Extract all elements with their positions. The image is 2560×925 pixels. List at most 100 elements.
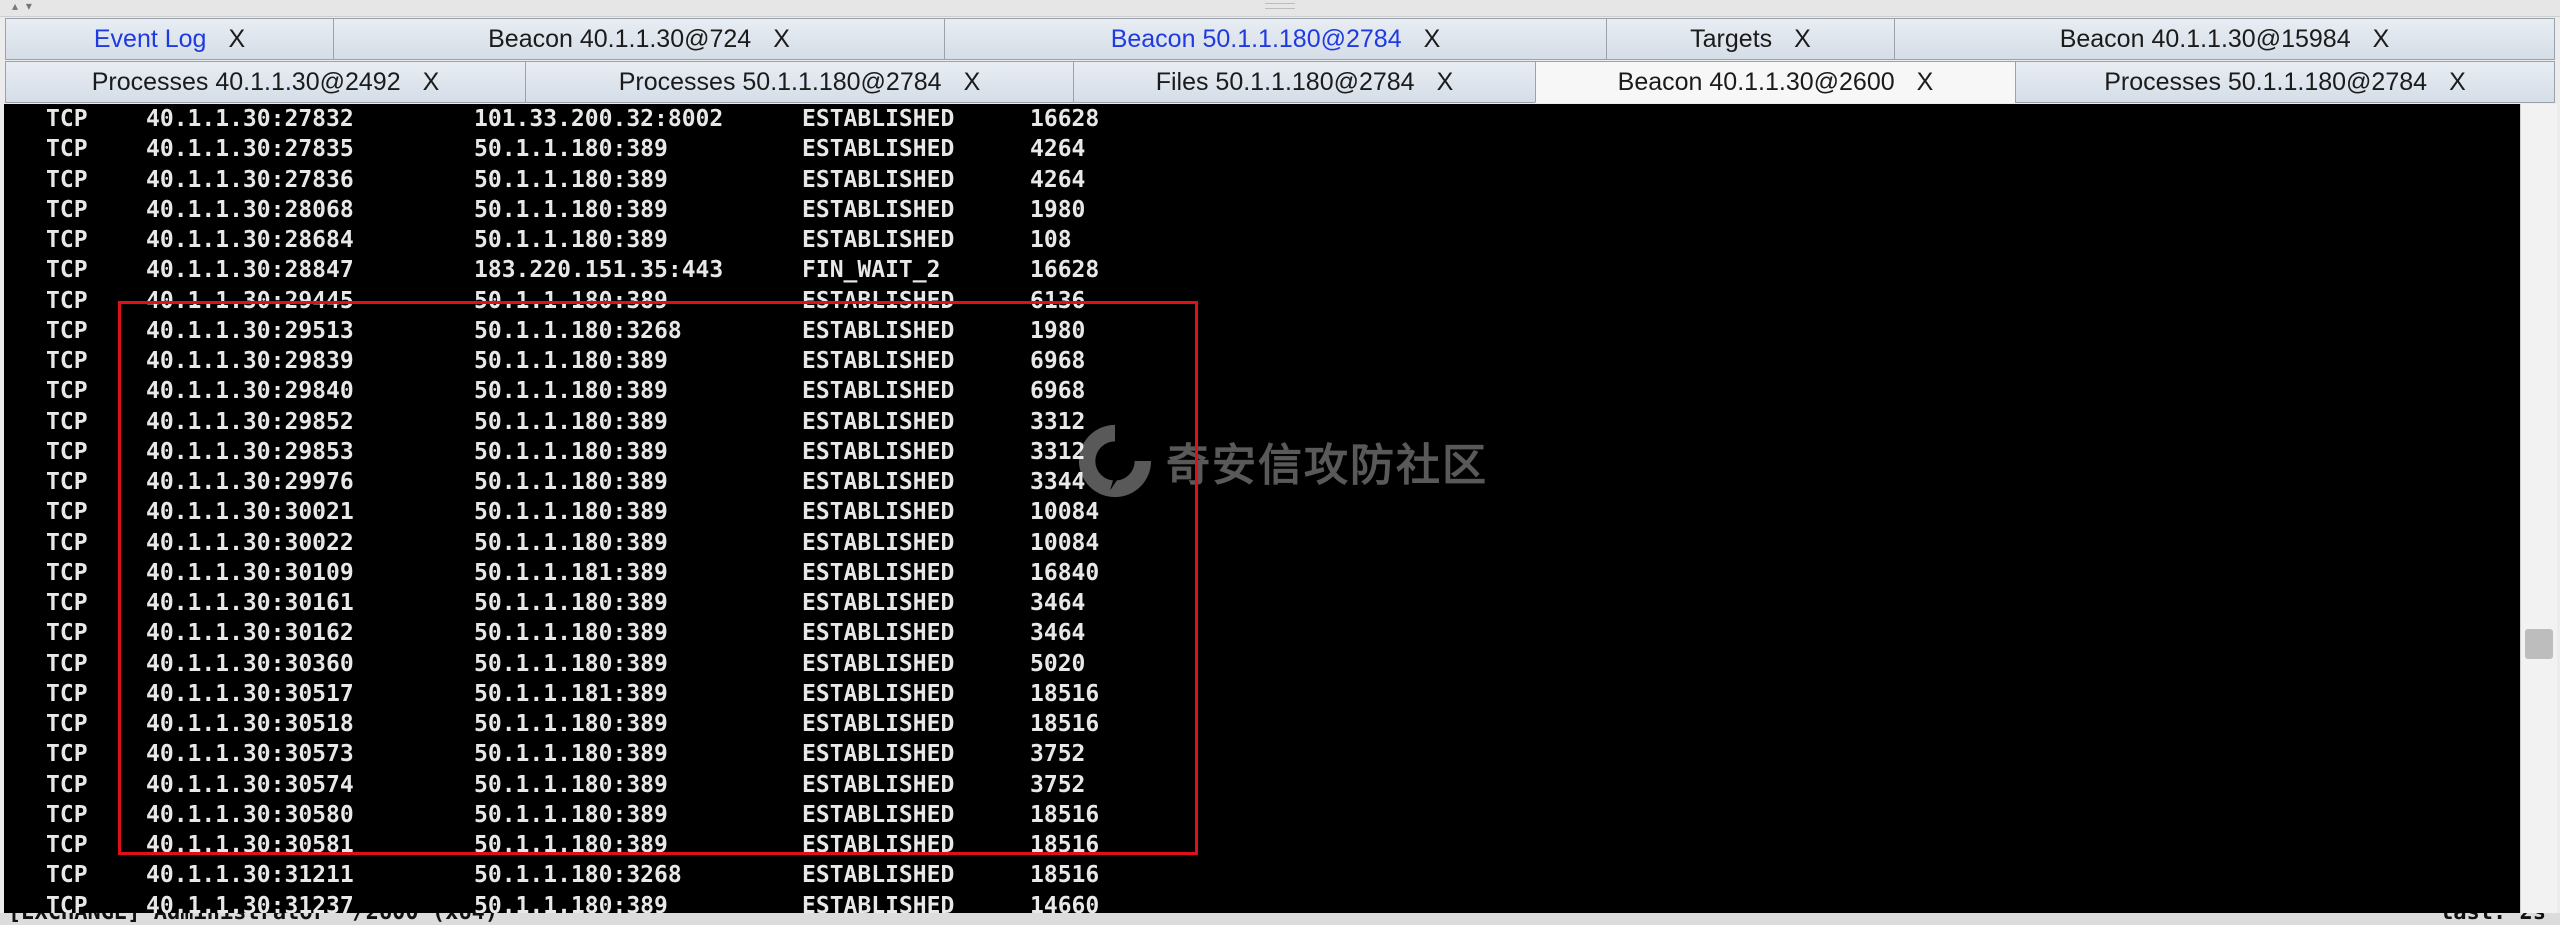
pid-cell: 4264	[1030, 166, 1086, 193]
pid-cell: 1980	[1030, 317, 1086, 344]
remote-address-cell: 50.1.1.180:389	[474, 620, 668, 647]
tab-beacon-724[interactable]: Beacon 40.1.1.30@724 X	[333, 18, 944, 60]
state-cell: ESTABLISHED	[802, 620, 955, 647]
tab-beacon-2784[interactable]: Beacon 50.1.1.180@2784 X	[944, 18, 1606, 60]
protocol-cell: TCP	[46, 711, 88, 737]
local-address-cell: 40.1.1.30:29839	[146, 348, 354, 374]
pid-cell: 3344	[1030, 469, 1086, 495]
console-scrollbar[interactable]	[2520, 104, 2557, 913]
remote-address-cell: 50.1.1.180:389	[474, 650, 668, 677]
local-address-cell: 40.1.1.30:29513	[146, 317, 354, 344]
pid-cell: 3752	[1030, 741, 1086, 768]
protocol-cell: TCP	[46, 499, 88, 526]
tab-label: Event Log	[93, 24, 207, 53]
remote-address-cell: 183.220.151.35:443	[474, 257, 724, 284]
state-cell: ESTABLISHED	[802, 106, 955, 132]
tab-close-button[interactable]: X	[423, 68, 440, 97]
pid-cell: 4264	[1030, 136, 1086, 163]
state-cell: ESTABLISHED	[802, 378, 955, 405]
protocol-cell: TCP	[46, 408, 88, 435]
collapse-arrows-icon[interactable]: ▴ ▾	[12, 0, 34, 13]
local-address-cell: 40.1.1.30:30021	[146, 499, 354, 526]
beacon-console-output[interactable]: TCP 40.1.1.30:27832 101.33.200.32:8002 ESTA…	[4, 104, 2520, 913]
tab-close-button[interactable]: X	[1917, 68, 1934, 97]
state-cell: ESTABLISHED	[802, 680, 955, 707]
tab-label: Beacon 40.1.1.30@15984	[2059, 24, 2351, 53]
local-address-cell: 40.1.1.30:30574	[146, 771, 354, 798]
protocol-cell: TCP	[46, 680, 88, 707]
protocol-cell: TCP	[46, 166, 88, 193]
tab-close-button[interactable]: X	[1794, 25, 1811, 54]
state-cell: ESTABLISHED	[802, 862, 955, 889]
remote-address-cell: 50.1.1.180:389	[474, 227, 668, 253]
tab-files-2784[interactable]: Files 50.1.1.180@2784 X	[1073, 61, 1535, 103]
state-cell: ESTABLISHED	[802, 438, 955, 465]
tab-beacon-2600[interactable]: Beacon 40.1.1.30@2600 X	[1535, 61, 2015, 103]
remote-address-cell: 101.33.200.32:8002	[474, 106, 724, 132]
remote-address-cell: 50.1.1.180:389	[474, 499, 668, 526]
local-address-cell: 40.1.1.30:30022	[146, 529, 354, 556]
protocol-cell: TCP	[46, 136, 88, 163]
tab-close-button[interactable]: X	[964, 68, 981, 97]
protocol-cell: TCP	[46, 469, 88, 495]
tab-event-log[interactable]: Event Log X	[5, 18, 333, 60]
local-address-cell: 40.1.1.30:30109	[146, 559, 354, 586]
state-cell: ESTABLISHED	[802, 136, 955, 163]
pid-cell: 18516	[1030, 801, 1100, 828]
tab-close-button[interactable]: X	[2449, 68, 2466, 97]
remote-address-cell: 50.1.1.180:389	[474, 166, 668, 193]
pid-cell: 108	[1030, 227, 1072, 253]
state-cell: ESTABLISHED	[802, 166, 955, 193]
state-cell: ESTABLISHED	[802, 590, 955, 616]
tab-close-button[interactable]: X	[1424, 25, 1441, 54]
tab-close-button[interactable]: X	[773, 25, 790, 54]
remote-address-cell: 50.1.1.180:389	[474, 438, 668, 465]
local-address-cell: 40.1.1.30:29840	[146, 378, 354, 405]
remote-address-cell: 50.1.1.180:389	[474, 408, 668, 435]
pid-cell: 1980	[1030, 196, 1086, 223]
pid-cell: 3752	[1030, 771, 1086, 798]
local-address-cell: 40.1.1.30:30517	[146, 680, 354, 707]
tab-label: Processes 50.1.1.180@2784	[2104, 67, 2428, 96]
remote-address-cell: 50.1.1.180:389	[474, 378, 668, 405]
pid-cell: 3312	[1030, 408, 1086, 435]
tab-close-button[interactable]: X	[2373, 25, 2390, 54]
state-cell: ESTABLISHED	[802, 317, 955, 344]
tab-label: Beacon 40.1.1.30@2600	[1617, 67, 1895, 96]
pid-cell: 5020	[1030, 650, 1086, 677]
local-address-cell: 40.1.1.30:27835	[146, 136, 354, 163]
scrollbar-thumb[interactable]	[2525, 629, 2553, 659]
local-address-cell: 40.1.1.30:31211	[146, 862, 354, 889]
tab-label: Processes 50.1.1.180@2784	[618, 67, 942, 96]
local-address-cell: 40.1.1.30:27836	[146, 166, 354, 193]
state-cell: ESTABLISHED	[802, 287, 955, 314]
remote-address-cell: 50.1.1.180:389	[474, 529, 668, 556]
pid-cell: 16628	[1030, 257, 1100, 284]
local-address-cell: 40.1.1.30:30580	[146, 801, 354, 828]
protocol-cell: TCP	[46, 862, 88, 889]
state-cell: ESTABLISHED	[802, 227, 955, 253]
local-address-cell: 40.1.1.30:30573	[146, 741, 354, 768]
tab-processes-2784[interactable]: Processes 50.1.1.180@2784 X	[525, 61, 1073, 103]
remote-address-cell: 50.1.1.180:389	[474, 711, 668, 737]
tab-processes-2492[interactable]: Processes 40.1.1.30@2492 X	[5, 61, 525, 103]
tab-bar-row-2: Processes 40.1.1.30@2492 X Processes 50.…	[5, 61, 2555, 103]
tab-close-button[interactable]: X	[1437, 68, 1454, 97]
state-cell: ESTABLISHED	[802, 892, 955, 914]
remote-address-cell: 50.1.1.180:389	[474, 196, 668, 223]
local-address-cell: 40.1.1.30:31237	[146, 892, 354, 914]
tab-close-button[interactable]: X	[228, 25, 245, 54]
pid-cell: 6968	[1030, 348, 1086, 374]
tab-beacon-15984[interactable]: Beacon 40.1.1.30@15984 X	[1894, 18, 2555, 60]
watermark-text: 奇安信攻防社区	[1166, 440, 1488, 491]
local-address-cell: 40.1.1.30:27832	[146, 106, 354, 132]
protocol-cell: TCP	[46, 196, 88, 223]
splitter-grip-icon[interactable]	[1265, 3, 1295, 9]
tab-processes-2784-b[interactable]: Processes 50.1.1.180@2784 X	[2015, 61, 2555, 103]
tab-targets[interactable]: Targets X	[1606, 18, 1894, 60]
local-address-cell: 40.1.1.30:29852	[146, 408, 354, 435]
protocol-cell: TCP	[46, 529, 88, 556]
remote-address-cell: 50.1.1.180:389	[474, 287, 668, 314]
protocol-cell: TCP	[46, 892, 88, 914]
local-address-cell: 40.1.1.30:30518	[146, 711, 354, 737]
